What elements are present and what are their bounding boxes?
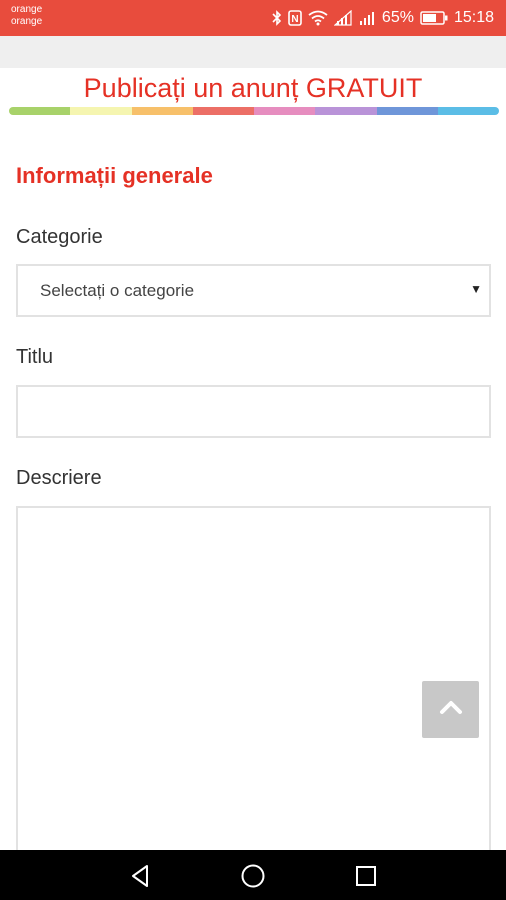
section-title: Informații generale xyxy=(16,163,213,188)
battery-percent: 65% xyxy=(381,9,414,26)
rainbow-segment xyxy=(131,107,193,115)
rainbow-divider xyxy=(9,107,499,115)
recents-icon xyxy=(353,866,379,893)
battery-icon xyxy=(420,11,448,25)
page-content: Publicați un anunț GRATUIT Informații ge… xyxy=(0,68,506,866)
scroll-to-top-button[interactable] xyxy=(422,681,479,738)
description-textarea[interactable] xyxy=(16,506,491,866)
rainbow-segment xyxy=(254,107,316,115)
signal-icon xyxy=(358,10,376,26)
navigation-bar xyxy=(0,850,506,900)
back-icon xyxy=(128,865,154,893)
title-label: Titlu xyxy=(16,346,54,368)
nfc-icon: N xyxy=(288,10,302,26)
rainbow-segment xyxy=(437,107,499,115)
carrier-line-2: orange xyxy=(11,16,43,27)
svg-text:N: N xyxy=(291,14,298,25)
carrier-line-1: orange xyxy=(11,4,43,15)
dropdown-arrow-icon: ▼ xyxy=(470,282,482,296)
title-input[interactable] xyxy=(16,385,491,438)
rainbow-segment xyxy=(376,107,438,115)
category-label: Categorie xyxy=(16,226,103,248)
category-select-value: Selectați o categorie xyxy=(40,281,195,300)
rainbow-segment xyxy=(315,107,377,115)
bluetooth-icon xyxy=(272,10,282,26)
home-button[interactable] xyxy=(240,863,266,889)
category-select[interactable]: Selectați o categorie ▼ xyxy=(16,264,491,317)
recents-button[interactable] xyxy=(353,863,379,889)
signal-icon xyxy=(333,10,352,26)
rainbow-segment xyxy=(192,107,254,115)
clock: 15:18 xyxy=(453,9,494,26)
status-icons: N 65% 15:18 xyxy=(272,0,494,36)
carrier-label: orange orange xyxy=(11,4,42,28)
chevron-up-icon xyxy=(439,699,463,720)
page-title: Publicați un anunț GRATUIT xyxy=(83,73,423,103)
rainbow-segment xyxy=(70,107,132,115)
home-icon xyxy=(240,864,266,893)
rainbow-segment xyxy=(9,107,71,115)
wifi-icon xyxy=(308,10,328,26)
description-label: Descriere xyxy=(16,467,102,489)
status-bar: orange orange N 65% 15:18 xyxy=(0,0,506,36)
back-button[interactable] xyxy=(128,863,154,889)
toolbar-strip xyxy=(0,36,506,68)
